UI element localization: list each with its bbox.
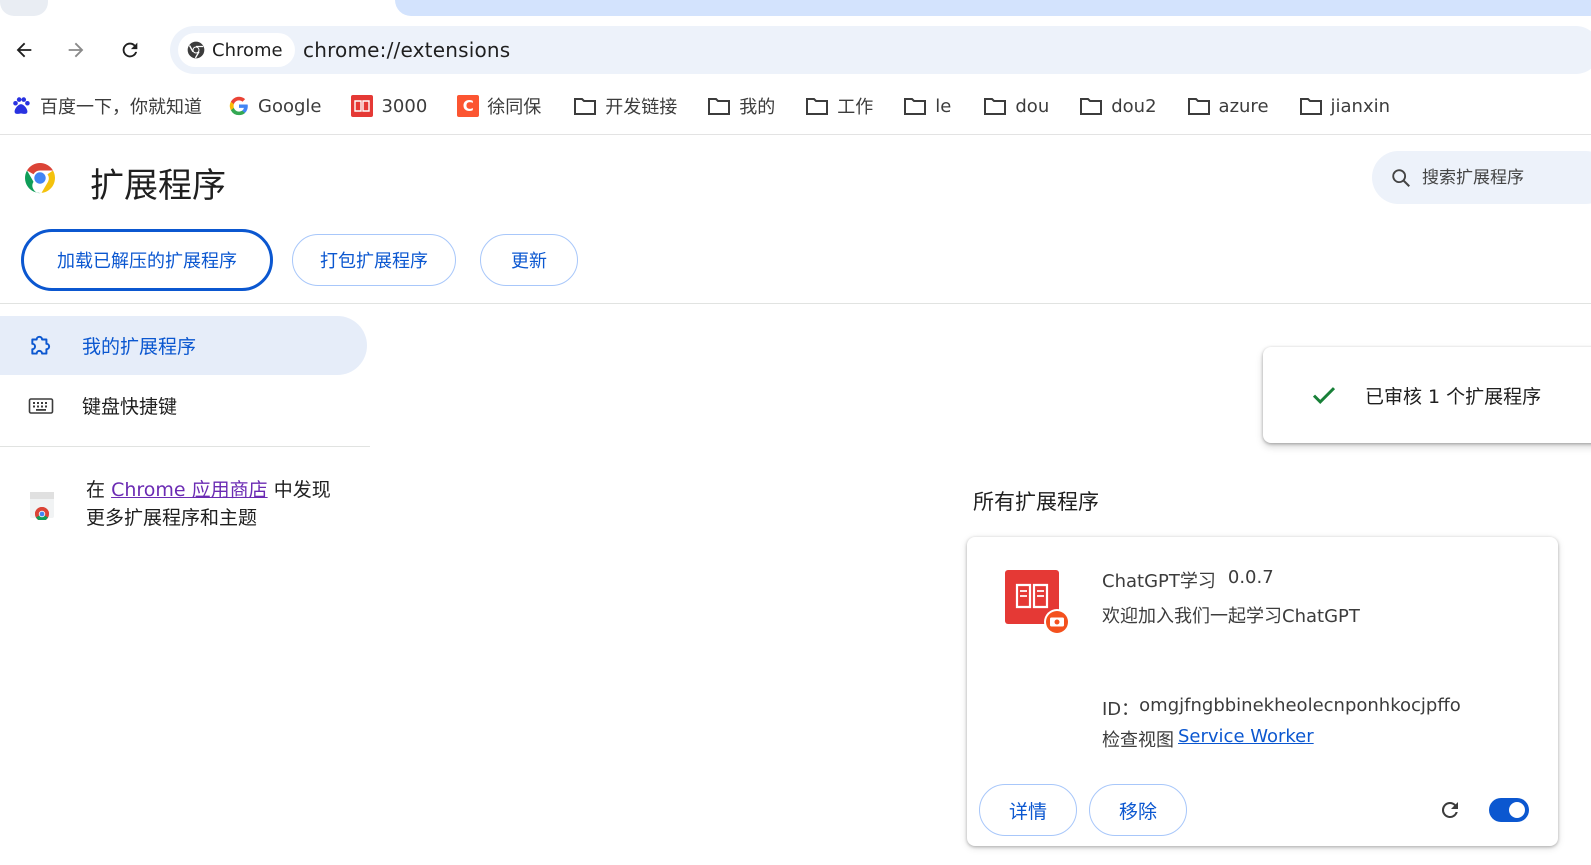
folder-icon bbox=[708, 98, 731, 115]
bookmark-label: 徐同保 bbox=[487, 97, 542, 118]
toggle-knob bbox=[1509, 802, 1525, 818]
bookmark-xutongbao[interactable]: C 徐同保 bbox=[451, 89, 547, 123]
url-text[interactable]: chrome://extensions bbox=[303, 38, 510, 62]
folder-icon bbox=[574, 98, 597, 115]
forward-button[interactable] bbox=[60, 34, 92, 66]
extension-version: 0.0.7 bbox=[1227, 567, 1274, 588]
tab-strip-band bbox=[395, 0, 1591, 16]
remove-button[interactable]: 移除 bbox=[1089, 784, 1187, 836]
store-suffix: 中发现 bbox=[273, 479, 331, 501]
extension-book-icon bbox=[1005, 570, 1070, 635]
bookmark-label: 开发链接 bbox=[605, 97, 678, 118]
pack-extension-button[interactable]: 打包扩展程序 bbox=[292, 234, 456, 286]
folder-icon bbox=[1299, 98, 1322, 115]
folder-icon bbox=[1187, 98, 1210, 115]
back-arrow-icon bbox=[16, 42, 32, 58]
bookmark-folder-dou2[interactable]: dou2 bbox=[1073, 89, 1162, 123]
folder-icon bbox=[984, 98, 1007, 115]
web-store-promo: 在 Chrome 应用商店 中发现 更多扩展程序和主题 bbox=[28, 476, 331, 532]
folder-icon bbox=[1080, 98, 1103, 115]
search-extensions-box[interactable] bbox=[1372, 151, 1591, 204]
extension-id-row: ID： omgjfngbbinekheolecnponhkocjpffo bbox=[1102, 695, 1461, 721]
bookmark-3000[interactable]: 3000 bbox=[345, 89, 433, 123]
bookmark-folder-mine[interactable]: 我的 bbox=[701, 89, 781, 123]
bookmark-label: 工作 bbox=[837, 97, 874, 118]
extension-card: ChatGPT学习 0.0.7 欢迎加入我们一起学习ChatGPT ID： om… bbox=[967, 537, 1558, 846]
bookmark-label: 3000 bbox=[381, 95, 428, 117]
web-store-text: 在 Chrome 应用商店 中发现 更多扩展程序和主题 bbox=[86, 476, 331, 532]
extension-enable-toggle[interactable] bbox=[1489, 798, 1529, 822]
book-icon bbox=[351, 95, 374, 117]
browser-toolbar: Chrome chrome://extensions bbox=[0, 22, 1591, 78]
extension-name: ChatGPT学习 bbox=[1102, 571, 1216, 592]
inspect-views-row: 检查视图 Service Worker bbox=[1102, 726, 1314, 752]
sidebar-item-keyboard-shortcuts[interactable]: 键盘快捷键 bbox=[0, 376, 367, 435]
header-divider bbox=[0, 303, 1591, 304]
csdn-icon: C bbox=[457, 95, 480, 117]
reload-icon bbox=[1441, 802, 1458, 818]
baidu-icon bbox=[13, 97, 30, 114]
store-line2: 更多扩展程序和主题 bbox=[86, 507, 258, 529]
extension-description: 欢迎加入我们一起学习ChatGPT bbox=[1102, 606, 1360, 627]
bookmark-label: jianxin bbox=[1330, 95, 1391, 117]
keyboard-icon bbox=[28, 397, 54, 414]
bookmark-folder-dou[interactable]: dou bbox=[977, 89, 1055, 123]
tab-strip bbox=[0, 0, 1591, 20]
search-icon bbox=[1392, 168, 1410, 187]
bookmark-label: Google bbox=[258, 95, 322, 117]
omnibox[interactable]: Chrome chrome://extensions bbox=[170, 26, 1591, 74]
bookmarks-bar: 百度一下，你就知道 Google 3000 C 徐同保 开发链接 我的 工作 l… bbox=[0, 88, 1591, 124]
bookmark-google[interactable]: Google bbox=[222, 89, 327, 123]
sidebar-item-label: 我的扩展程序 bbox=[82, 336, 197, 358]
all-extensions-heading: 所有扩展程序 bbox=[973, 490, 1099, 514]
store-prefix: 在 bbox=[86, 479, 106, 501]
bookmark-label: 我的 bbox=[739, 97, 776, 118]
google-icon bbox=[229, 96, 248, 116]
reload-icon bbox=[122, 42, 138, 58]
extension-id: omgjfngbbinekheolecnponhkocjpffo bbox=[1139, 695, 1461, 716]
bookmark-label: le bbox=[935, 95, 952, 117]
web-store-icon bbox=[30, 492, 54, 520]
bookmark-folder-le[interactable]: le bbox=[897, 89, 957, 123]
chrome-icon bbox=[187, 41, 205, 59]
details-button[interactable]: 详情 bbox=[979, 784, 1077, 836]
bookmark-folder-dev[interactable]: 开发链接 bbox=[567, 89, 683, 123]
sidebar-item-my-extensions[interactable]: 我的扩展程序 bbox=[0, 316, 367, 375]
bookmark-label: azure bbox=[1218, 95, 1269, 117]
update-button[interactable]: 更新 bbox=[480, 234, 578, 286]
tab-edge[interactable] bbox=[0, 0, 48, 16]
reload-extension-button[interactable] bbox=[1435, 795, 1465, 825]
extension-name-row: ChatGPT学习 0.0.7 bbox=[1102, 567, 1274, 593]
bookmark-label: dou2 bbox=[1111, 95, 1157, 117]
reload-button[interactable] bbox=[114, 34, 146, 66]
load-unpacked-button[interactable]: 加载已解压的扩展程序 bbox=[21, 229, 273, 291]
sidebar-divider bbox=[0, 446, 370, 447]
toast-message: 已审核 1 个扩展程序 bbox=[1365, 385, 1542, 408]
search-input[interactable] bbox=[1422, 167, 1591, 188]
page-title: 扩展程序 bbox=[90, 166, 226, 206]
web-store-link[interactable]: Chrome 应用商店 bbox=[111, 479, 268, 501]
service-worker-link[interactable]: Service Worker bbox=[1178, 726, 1314, 752]
bookmark-label: 百度一下，你就知道 bbox=[40, 97, 202, 118]
folder-icon bbox=[806, 98, 829, 115]
sidebar-item-label: 键盘快捷键 bbox=[82, 396, 178, 418]
chrome-logo-icon bbox=[25, 163, 55, 194]
extension-id-label: ID： bbox=[1102, 699, 1140, 720]
review-toast: 已审核 1 个扩展程序 bbox=[1263, 347, 1591, 443]
inspect-views-label: 检查视图 bbox=[1102, 730, 1174, 751]
site-chip[interactable]: Chrome bbox=[178, 33, 295, 67]
forward-arrow-icon bbox=[68, 42, 84, 58]
site-chip-label: Chrome bbox=[212, 39, 283, 61]
bookmark-folder-azure[interactable]: azure bbox=[1181, 89, 1275, 123]
toolbar-divider bbox=[0, 134, 1591, 135]
folder-icon bbox=[904, 98, 927, 115]
back-button[interactable] bbox=[8, 34, 40, 66]
bookmark-folder-work[interactable]: 工作 bbox=[799, 89, 879, 123]
extension-icon bbox=[31, 335, 51, 355]
bookmark-baidu[interactable]: 百度一下，你就知道 bbox=[4, 89, 208, 123]
bookmark-folder-jianxin[interactable]: jianxin bbox=[1293, 89, 1397, 123]
checkmark-icon bbox=[1312, 387, 1336, 404]
bookmark-label: dou bbox=[1015, 95, 1050, 117]
